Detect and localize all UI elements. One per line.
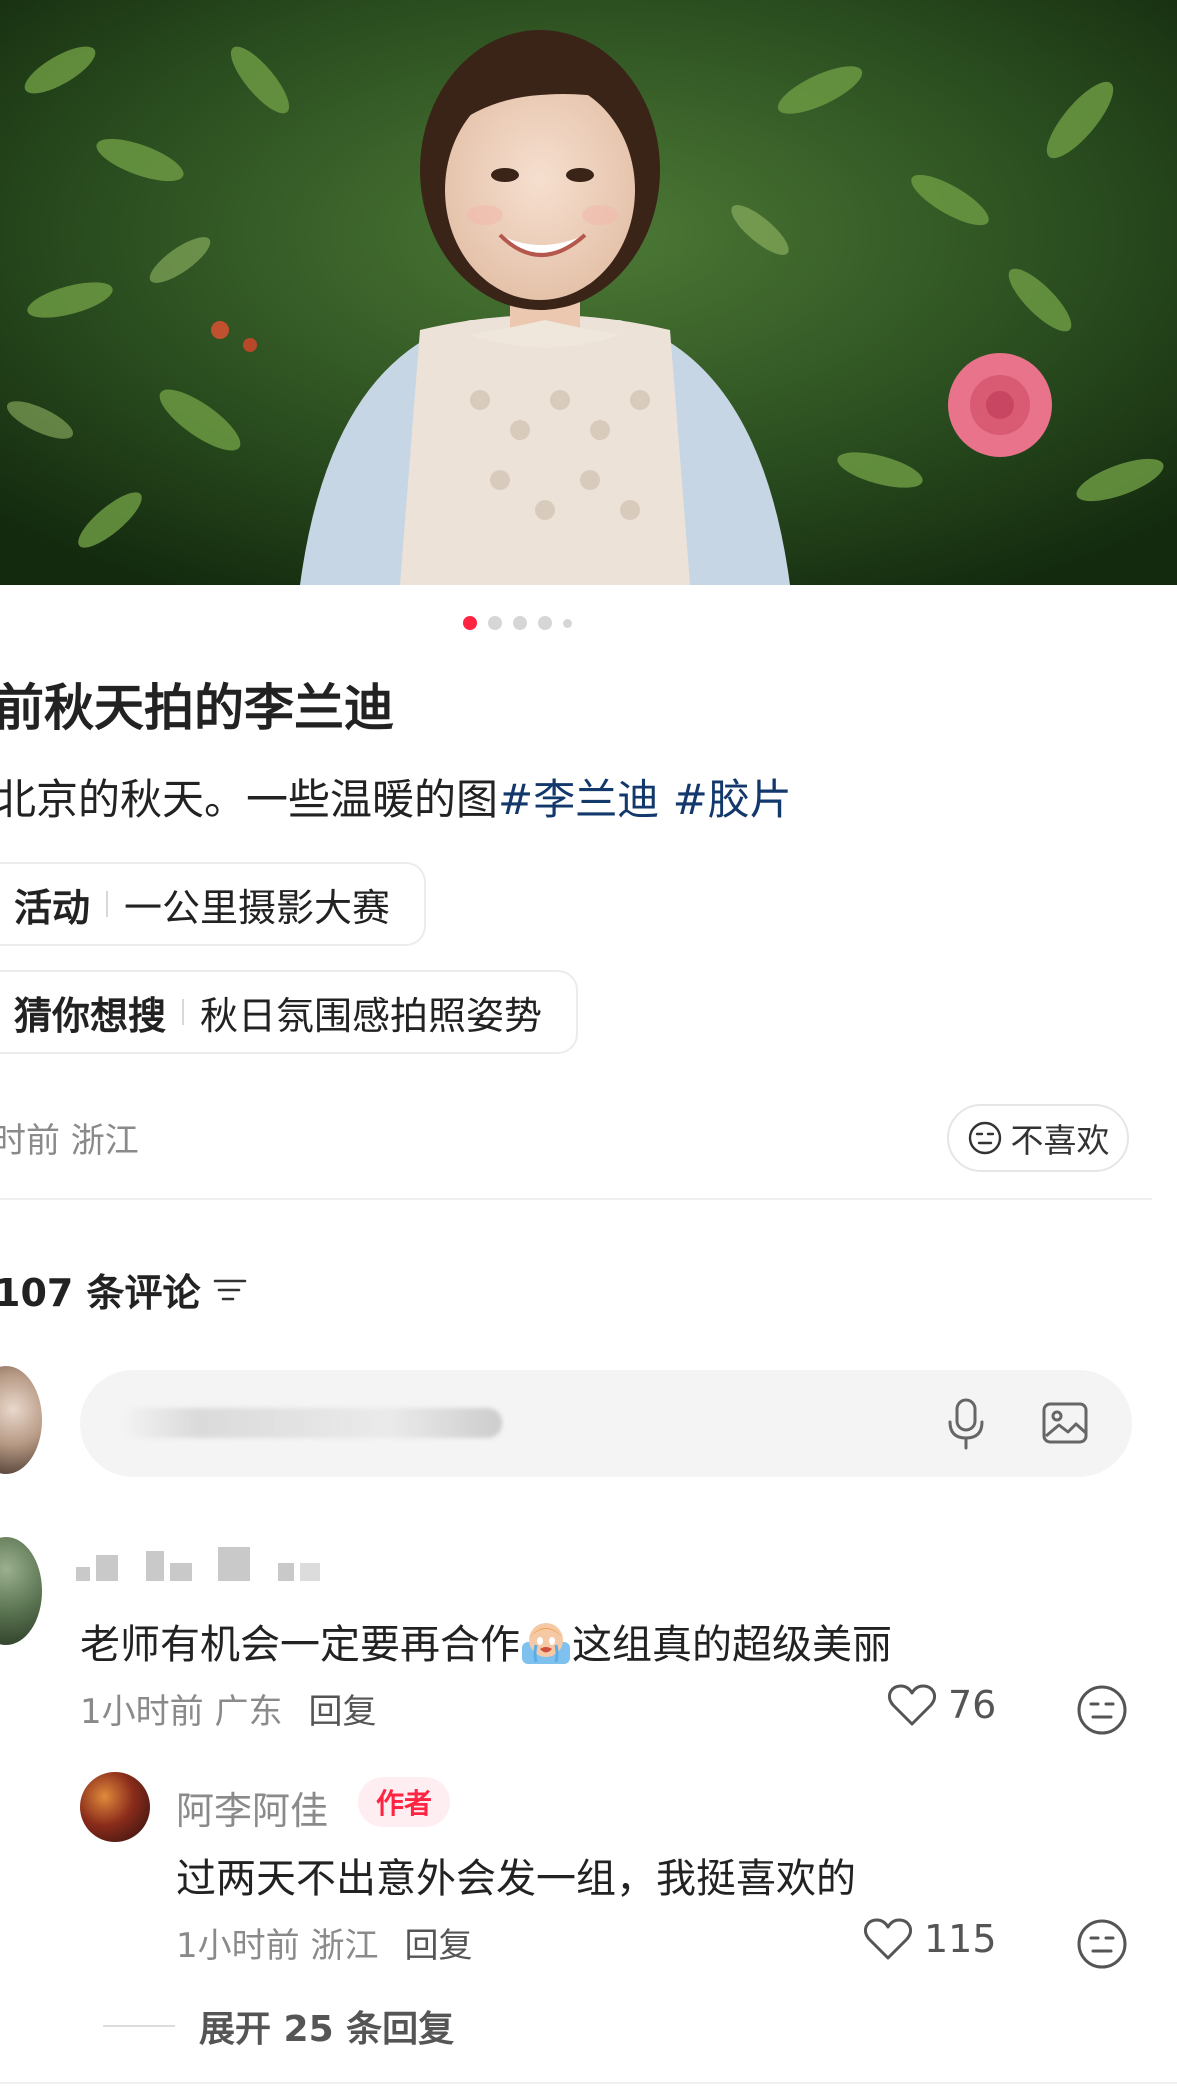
hashtag-link[interactable]: #胶片 bbox=[673, 775, 792, 824]
like-count: 76 bbox=[948, 1683, 997, 1727]
sort-filter-icon bbox=[213, 1279, 246, 1300]
post-meta: 时前 浙江 bbox=[0, 1121, 139, 1161]
carousel-dot-active bbox=[463, 616, 477, 630]
neutral-face-icon[interactable] bbox=[1076, 1684, 1128, 1736]
chip-value: 秋日氛围感拍照姿势 bbox=[200, 993, 543, 1038]
crying-face-emoji bbox=[522, 1623, 570, 1664]
comment-input[interactable] bbox=[80, 1370, 1132, 1477]
dislike-button[interactable]: 不喜欢 bbox=[947, 1104, 1129, 1172]
dislike-label: 不喜欢 bbox=[1010, 1121, 1110, 1160]
comment-count-label: 107 条评论 bbox=[0, 1271, 201, 1315]
input-placeholder-blurred bbox=[122, 1408, 502, 1438]
microphone-icon[interactable] bbox=[944, 1396, 988, 1452]
expand-line bbox=[103, 2025, 175, 2027]
reply-button[interactable]: 回复 bbox=[404, 1926, 472, 1966]
commenter-username-blurred[interactable] bbox=[76, 1545, 320, 1581]
reply-button[interactable]: 回复 bbox=[308, 1692, 376, 1732]
current-user-avatar[interactable] bbox=[0, 1366, 42, 1474]
reply-meta: 1小时前 浙江 回复 bbox=[176, 1918, 472, 1967]
reply-username[interactable]: 阿李阿佳 bbox=[176, 1780, 328, 1835]
image-icon[interactable] bbox=[1040, 1398, 1090, 1448]
like-count: 115 bbox=[924, 1917, 997, 1961]
post-photo[interactable] bbox=[0, 0, 1177, 585]
chip-separator bbox=[106, 891, 109, 917]
heart-outline-icon bbox=[887, 1684, 937, 1726]
post-title: 前秋天拍的李兰迪 bbox=[0, 679, 394, 737]
commenter-avatar[interactable] bbox=[0, 1537, 42, 1645]
carousel-dot bbox=[513, 616, 527, 630]
heart-outline-icon bbox=[863, 1918, 913, 1960]
like-button[interactable]: 76 bbox=[886, 1682, 996, 1728]
like-button[interactable]: 115 bbox=[862, 1916, 997, 1962]
carousel-dot bbox=[538, 616, 552, 630]
comment-count[interactable]: 107 条评论 bbox=[0, 1262, 249, 1317]
activity-chip[interactable]: 活动 一公里摄影大赛 bbox=[0, 862, 427, 946]
carousel-dot bbox=[488, 616, 502, 630]
author-badge: 作者 bbox=[358, 1777, 451, 1827]
expand-replies-button[interactable]: 展开 25 条回复 bbox=[103, 2000, 454, 2052]
post-description: 北京的秋天。一些温暖的图#李兰迪 #胶片 bbox=[0, 766, 792, 827]
comment-meta: 1小时前 广东 回复 bbox=[80, 1684, 376, 1733]
photo-illustration bbox=[0, 0, 1177, 585]
comment-text: 老师有机会一定要再合作 这组真的超级美丽 bbox=[80, 1612, 892, 1670]
chip-key: 猜你想搜 bbox=[14, 993, 167, 1038]
chip-value: 一公里摄影大赛 bbox=[124, 885, 391, 930]
carousel-dot bbox=[563, 618, 572, 628]
chip-key: 活动 bbox=[14, 885, 91, 930]
reply-text: 过两天不出意外会发一组，我挺喜欢的 bbox=[176, 1856, 856, 1902]
chip-separator bbox=[182, 999, 185, 1025]
reply-time-location: 1小时前 浙江 bbox=[176, 1926, 379, 1966]
neutral-face-icon[interactable] bbox=[1076, 1918, 1128, 1970]
hashtag-link[interactable]: #李兰迪 bbox=[498, 775, 659, 824]
comment-time-location: 1小时前 广东 bbox=[80, 1692, 283, 1732]
related-search-chip[interactable]: 猜你想搜 秋日氛围感拍照姿势 bbox=[0, 970, 579, 1054]
expand-label: 展开 25 条回复 bbox=[199, 2009, 455, 2050]
section-divider bbox=[0, 1198, 1152, 1200]
post-description-text: 北京的秋天。一些温暖的图 bbox=[0, 775, 499, 824]
author-avatar[interactable] bbox=[80, 1772, 150, 1842]
carousel-indicator bbox=[463, 616, 572, 630]
comment-text-part: 老师有机会一定要再合作 bbox=[80, 1622, 520, 1668]
comment-text-part: 这组真的超级美丽 bbox=[572, 1622, 892, 1668]
neutral-face-icon bbox=[968, 1121, 1001, 1155]
bottom-divider bbox=[0, 2082, 1177, 2084]
